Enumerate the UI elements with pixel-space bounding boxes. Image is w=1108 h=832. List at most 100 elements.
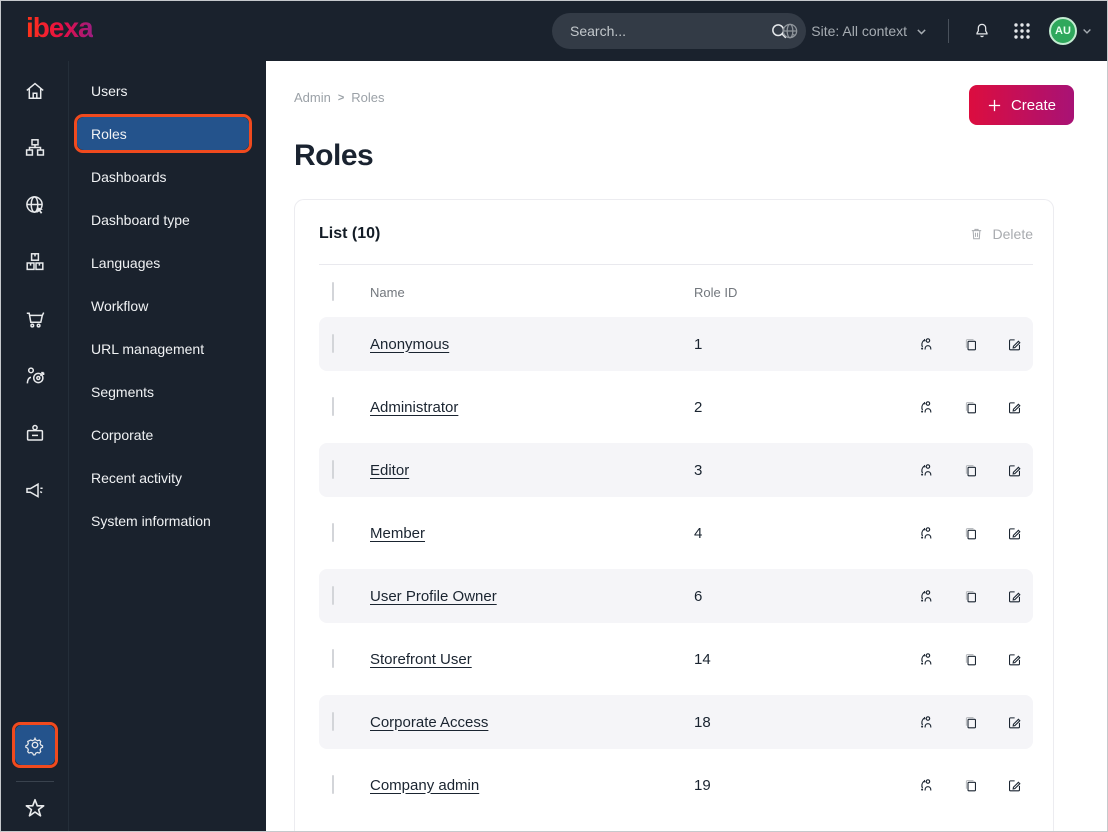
copy-icon[interactable] [961, 650, 979, 668]
global-search[interactable] [552, 13, 806, 49]
copy-icon[interactable] [961, 335, 979, 353]
row-checkbox[interactable] [332, 460, 334, 479]
delete-button[interactable]: Delete [969, 226, 1033, 242]
role-name-link[interactable]: Anonymous [370, 336, 449, 353]
topbar-divider [948, 19, 949, 43]
table-header-row: Name Role ID [319, 265, 1033, 317]
avatar[interactable]: AU [1049, 17, 1077, 45]
assign-user-icon[interactable] [917, 587, 935, 605]
page-title: Roles [294, 139, 374, 172]
copy-icon[interactable] [961, 398, 979, 416]
copy-icon[interactable] [961, 461, 979, 479]
role-id-value: 1 [694, 335, 703, 353]
sitemap-icon[interactable] [23, 136, 47, 160]
row-checkbox[interactable] [332, 586, 334, 605]
row-checkbox[interactable] [332, 649, 334, 668]
admin-gear-button[interactable] [11, 722, 58, 768]
row-checkbox[interactable] [332, 334, 334, 353]
copy-icon[interactable] [961, 524, 979, 542]
edit-icon[interactable] [1005, 650, 1023, 668]
admin-sidebar: Users Roles Dashboards Dashboard type La… [69, 61, 266, 831]
create-button-label: Create [1010, 96, 1056, 114]
sidebar-item-url-management[interactable]: URL management [69, 327, 266, 370]
sidebar-item-system-information[interactable]: System information [69, 499, 266, 542]
sidebar-item-languages[interactable]: Languages [69, 241, 266, 284]
role-name-link[interactable]: Company admin [370, 777, 479, 794]
assign-user-icon[interactable] [917, 398, 935, 416]
role-id-value: 6 [694, 587, 703, 605]
megaphone-icon[interactable] [23, 478, 47, 502]
edit-icon[interactable] [1005, 713, 1023, 731]
role-id-value: 14 [694, 650, 711, 668]
edit-icon[interactable] [1005, 398, 1023, 416]
gear-icon [14, 725, 55, 765]
row-checkbox[interactable] [332, 523, 334, 542]
app-window: ibexa Site: All context [0, 0, 1108, 832]
role-name-link[interactable]: Storefront User [370, 651, 472, 668]
main-header: Admin > Roles Create [266, 61, 1107, 125]
badge-icon[interactable] [23, 421, 47, 445]
assign-user-icon[interactable] [917, 335, 935, 353]
panel-header: List (10) Delete [319, 200, 1033, 265]
edit-icon[interactable] [1005, 524, 1023, 542]
bookmarks-star-icon[interactable] [22, 795, 48, 821]
role-name-link[interactable]: User Profile Owner [370, 588, 497, 605]
role-name-link[interactable]: Member [370, 525, 425, 542]
column-header-name: Name [370, 284, 405, 300]
role-id-value: 4 [694, 524, 703, 542]
edit-icon[interactable] [1005, 335, 1023, 353]
home-icon[interactable] [23, 79, 47, 103]
create-button[interactable]: Create [968, 85, 1074, 125]
icon-rail [1, 61, 69, 831]
role-id-value: 19 [694, 776, 711, 794]
trash-icon [971, 228, 981, 240]
edit-icon[interactable] [1005, 461, 1023, 479]
sidebar-item-dashboard-type[interactable]: Dashboard type [69, 198, 266, 241]
packages-icon[interactable] [23, 250, 47, 274]
delete-button-label: Delete [992, 226, 1033, 242]
globe-cursor-icon[interactable] [23, 193, 47, 217]
breadcrumb-admin[interactable]: Admin [294, 90, 331, 105]
copy-icon[interactable] [961, 713, 979, 731]
edit-icon[interactable] [1005, 587, 1023, 605]
assign-user-icon[interactable] [917, 650, 935, 668]
audience-target-icon[interactable] [23, 364, 47, 388]
role-name-link[interactable]: Editor [370, 462, 409, 479]
assign-user-icon[interactable] [917, 524, 935, 542]
sidebar-item-corporate[interactable]: Corporate [69, 413, 266, 456]
row-checkbox[interactable] [332, 712, 334, 731]
row-actions [917, 335, 1023, 353]
assign-user-icon[interactable] [917, 776, 935, 794]
sidebar-item-users[interactable]: Users [69, 69, 266, 112]
row-actions [917, 461, 1023, 479]
user-menu[interactable]: AU [1049, 17, 1093, 45]
table-row: Member 4 [319, 506, 1033, 560]
copy-icon[interactable] [961, 587, 979, 605]
main-content: Admin > Roles Create Roles List (10) Del… [266, 61, 1107, 831]
ibexa-logo[interactable]: ibexa [26, 12, 94, 44]
breadcrumb-roles[interactable]: Roles [351, 90, 384, 105]
assign-user-icon[interactable] [917, 461, 935, 479]
table-row: Corporate Access 18 [319, 695, 1033, 749]
role-name-link[interactable]: Administrator [370, 399, 458, 416]
app-grid-icon[interactable] [1009, 18, 1035, 44]
sidebar-item-roles[interactable]: Roles [74, 114, 252, 153]
edit-icon[interactable] [1005, 776, 1023, 794]
notifications-bell-icon[interactable] [969, 18, 995, 44]
role-id-value: 18 [694, 713, 711, 731]
sidebar-item-workflow[interactable]: Workflow [69, 284, 266, 327]
copy-icon[interactable] [961, 776, 979, 794]
sidebar-item-recent-activity[interactable]: Recent activity [69, 456, 266, 499]
role-name-link[interactable]: Corporate Access [370, 714, 488, 731]
cart-icon[interactable] [23, 307, 47, 331]
sidebar-item-segments[interactable]: Segments [69, 370, 266, 413]
assign-user-icon[interactable] [917, 713, 935, 731]
select-all-checkbox[interactable] [332, 282, 334, 301]
sidebar-item-dashboards[interactable]: Dashboards [69, 155, 266, 198]
search-input[interactable] [570, 23, 766, 39]
row-checkbox[interactable] [332, 397, 334, 416]
globe-icon [777, 18, 803, 44]
row-checkbox[interactable] [332, 775, 334, 794]
site-context-selector[interactable]: Site: All context [777, 18, 928, 44]
table-body: Anonymous 1 Administrator 2 Editor 3 Mem… [319, 317, 1033, 812]
